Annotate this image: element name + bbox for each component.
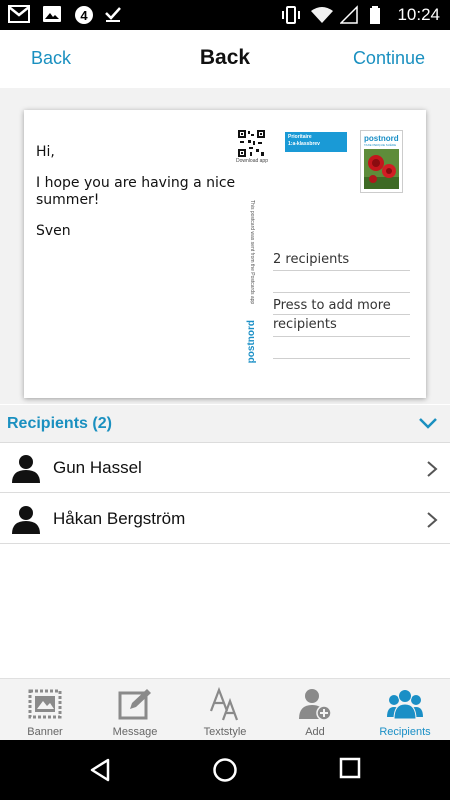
recipients-header[interactable]: Recipients (2) bbox=[0, 405, 450, 443]
chevron-right-icon bbox=[427, 461, 438, 477]
wifi-icon bbox=[311, 7, 333, 23]
back-button[interactable]: Back bbox=[31, 48, 71, 69]
address-line bbox=[273, 336, 410, 337]
postcard-preview[interactable]: Hi, I hope you are having a nice summer!… bbox=[24, 110, 426, 398]
chevron-down-icon bbox=[419, 418, 437, 429]
address-line bbox=[273, 292, 410, 293]
tab-label: Message bbox=[112, 726, 158, 738]
address-line bbox=[273, 270, 410, 271]
gmail-icon bbox=[8, 5, 30, 23]
vibrate-icon bbox=[282, 6, 300, 24]
tab-label: Banner bbox=[27, 726, 63, 738]
home-circle-icon[interactable] bbox=[212, 757, 238, 783]
message-line: Sven bbox=[36, 223, 71, 239]
flower-image bbox=[364, 149, 399, 189]
tab-banner[interactable]: Banner bbox=[0, 679, 90, 741]
postcard-message[interactable]: Hi, I hope you are having a nice summer!… bbox=[36, 144, 236, 254]
check-icon bbox=[105, 7, 121, 22]
message-line: I hope you are having a nice summer! bbox=[36, 175, 236, 208]
recipients-icon bbox=[387, 689, 423, 720]
tab-message[interactable]: Message bbox=[90, 679, 180, 741]
battery-icon bbox=[370, 6, 380, 24]
recipient-row[interactable]: Håkan Bergström bbox=[0, 494, 450, 544]
add-more-recipients-text[interactable]: Press to add more recipients bbox=[273, 296, 410, 334]
tab-add[interactable]: Add bbox=[270, 679, 360, 741]
recents-square-icon[interactable] bbox=[339, 757, 361, 779]
add-person-icon bbox=[299, 689, 332, 721]
textstyle-icon bbox=[209, 687, 239, 721]
person-icon bbox=[12, 506, 40, 534]
banner-icon bbox=[28, 689, 62, 719]
signal-icon bbox=[340, 5, 358, 24]
stamp-brand: postnord bbox=[364, 134, 399, 143]
status-bar: 4 10:24 bbox=[0, 0, 450, 30]
chevron-right-icon bbox=[427, 512, 438, 528]
postnord-logo: postnord bbox=[246, 320, 257, 364]
address-line bbox=[273, 358, 410, 359]
message-line: Hi, bbox=[36, 144, 55, 160]
tab-recipients[interactable]: Recipients bbox=[360, 679, 450, 741]
bottom-tab-bar: Banner Message Textstyle Add Recipients bbox=[0, 678, 450, 740]
clock: 10:24 bbox=[397, 5, 440, 24]
side-text: This postcard was sent from the Postcard… bbox=[249, 200, 255, 305]
recipients-title: Recipients (2) bbox=[7, 415, 112, 432]
recipients-count-text: 2 recipients bbox=[273, 252, 350, 267]
top-bar: Back Back Continue bbox=[0, 30, 450, 88]
svg-text:4: 4 bbox=[80, 8, 88, 23]
priority-label: Prioritaire 1:a-klassbrev bbox=[285, 132, 347, 152]
stamp: postnord TAXE PERÇUE SUÈDE bbox=[360, 130, 403, 193]
tab-label: Textstyle bbox=[203, 726, 247, 738]
tab-label: Recipients bbox=[379, 726, 431, 738]
message-edit-icon bbox=[118, 689, 151, 720]
qr-code-icon bbox=[238, 130, 265, 157]
qr-label: Download app bbox=[236, 158, 268, 164]
system-nav-bar bbox=[0, 740, 450, 800]
circle-4-icon: 4 bbox=[75, 6, 93, 24]
stamp-subtitle: TAXE PERÇUE SUÈDE bbox=[364, 143, 397, 147]
back-triangle-icon[interactable] bbox=[88, 757, 112, 783]
recipient-name: Gun Hassel bbox=[53, 458, 142, 477]
tab-textstyle[interactable]: Textstyle bbox=[180, 679, 270, 741]
tab-label: Add bbox=[305, 726, 325, 738]
image-icon bbox=[43, 6, 61, 22]
continue-button[interactable]: Continue bbox=[353, 48, 425, 69]
postcard-area: Hi, I hope you are having a nice summer!… bbox=[0, 88, 450, 404]
recipient-name: Håkan Bergström bbox=[53, 509, 186, 528]
address-line bbox=[273, 314, 410, 315]
recipient-row[interactable]: Gun Hassel bbox=[0, 443, 450, 493]
person-icon bbox=[12, 455, 40, 483]
